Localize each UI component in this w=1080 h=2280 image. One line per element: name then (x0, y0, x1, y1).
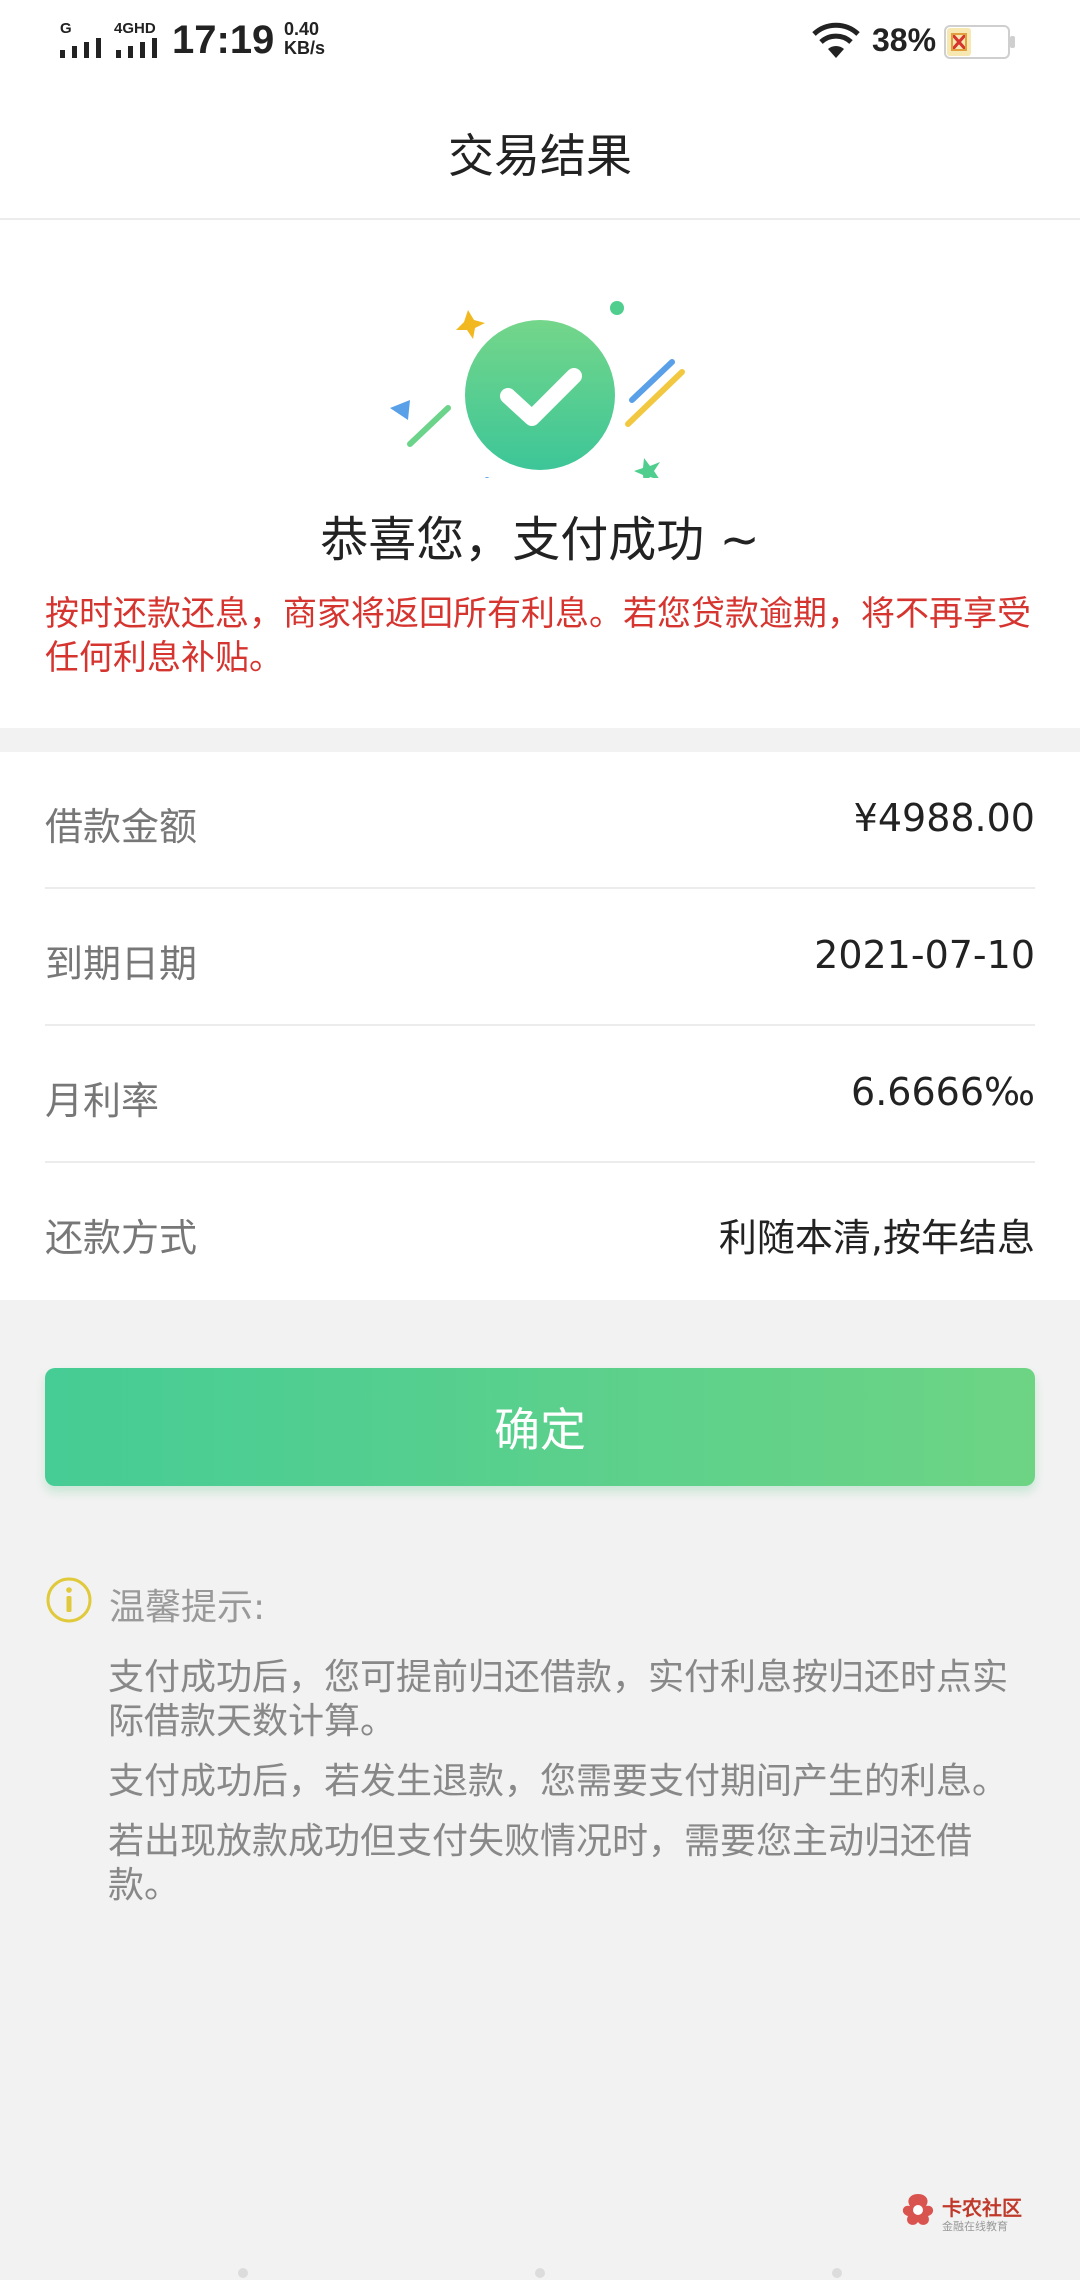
detail-value: 6.6666‰ (851, 1070, 1035, 1114)
detail-label: 借款金额 (45, 805, 198, 849)
network-speed: 0.40 KB/s (284, 20, 325, 58)
network-type-label: G (60, 20, 72, 37)
page-title: 交易结果 (448, 129, 632, 183)
tips-list: 支付成功后，您可提前归还借款，实付利息按归还时点实际借款天数计算。 支付成功后，… (108, 1656, 1018, 1924)
loan-details-card: 借款金额 ¥4988.00 到期日期 2021-07-10 月利率 6.6666… (0, 752, 1080, 1300)
tip-item: 支付成功后，您可提前归还借款，实付利息按归还时点实际借款天数计算。 (108, 1657, 1009, 1742)
detail-row-repayment-method: 还款方式 利随本清,按年结息 (45, 1163, 1035, 1300)
signal-strength-4g-icon (116, 38, 157, 58)
confirm-button[interactable]: 确定 (45, 1368, 1035, 1486)
detail-row-due-date: 到期日期 2021-07-10 (45, 889, 1035, 1026)
watermark-name: 卡农社区 (942, 2196, 1022, 2220)
success-illustration (390, 301, 685, 478)
signal-strength-icon (60, 38, 101, 58)
nav-indicator-dot (238, 2268, 248, 2278)
detail-value: 2021-07-10 (814, 933, 1035, 977)
sparkle-decoration-icon (634, 458, 660, 478)
interest-notice: 按时还款还息，商家将返回所有利息。若您贷款逾期，将不再享受任何利息补贴。 (45, 594, 1031, 678)
speed-value: 0.40 (284, 19, 320, 39)
watermark-logo-icon (902, 2194, 934, 2225)
detail-value: 利随本清,按年结息 (718, 1216, 1035, 1260)
battery-icon (944, 25, 1015, 59)
success-title: 恭喜您，支付成功 ~ (320, 512, 760, 568)
detail-row-loan-amount: 借款金额 ¥4988.00 (45, 752, 1035, 889)
dot-decoration-icon (484, 477, 490, 478)
battery-percentage: 38% (872, 22, 937, 58)
detail-label: 还款方式 (45, 1216, 198, 1260)
detail-label: 到期日期 (45, 942, 198, 986)
detail-value: ¥4988.00 (853, 796, 1035, 840)
line-decoration-icon (629, 359, 675, 403)
nav-indicator-dot (535, 2268, 545, 2278)
speed-unit: KB/s (284, 38, 326, 58)
network-4g-label: 4GHD (114, 20, 156, 37)
line-decoration-icon (407, 405, 451, 447)
detail-row-monthly-rate: 月利率 6.6666‰ (45, 1026, 1035, 1163)
wifi-icon (812, 22, 860, 58)
star-decoration-icon (456, 310, 485, 339)
dot-decoration-icon (610, 301, 624, 315)
watermark-subtitle: 金融在线教育 (942, 2220, 1008, 2233)
navbar: 交易结果 (0, 84, 1080, 220)
status-time: 17:19 (172, 18, 275, 62)
nav-indicator-dot (832, 2268, 842, 2278)
tip-item: 支付成功后，若发生退款，您需要支付期间产生的利息。 (108, 1761, 1009, 1802)
status-bar: G 4GHD 17:19 0.40 KB/s 38% (0, 0, 1080, 84)
tips-title: 温馨提示: (109, 1587, 266, 1628)
tip-item: 若出现放款成功但支付失败情况时，需要您主动归还借款。 (108, 1821, 973, 1906)
detail-label: 月利率 (45, 1079, 160, 1123)
success-section: 恭喜您，支付成功 ~ 按时还款还息，商家将返回所有利息。若您贷款逾期，将不再享受… (0, 220, 1080, 728)
triangle-decoration-icon (390, 400, 410, 420)
info-icon (46, 1577, 92, 1623)
success-check-circle (465, 320, 615, 470)
